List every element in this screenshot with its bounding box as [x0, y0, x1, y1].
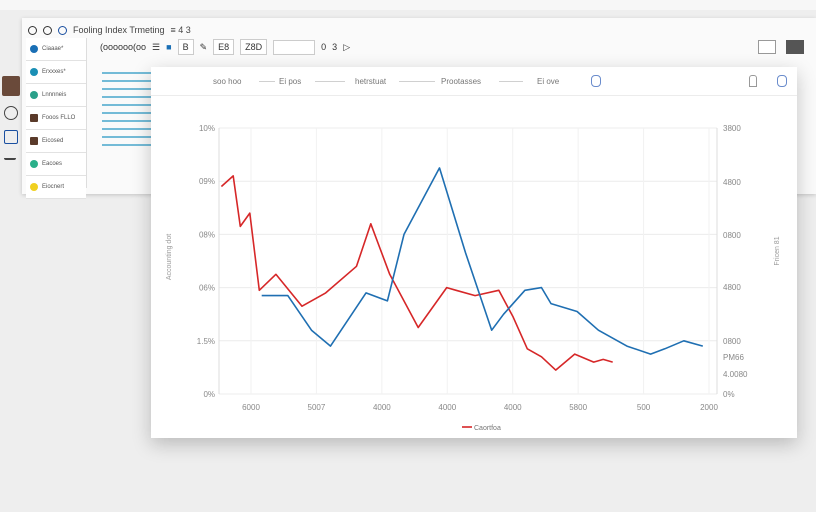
link-icon[interactable] — [4, 154, 16, 160]
line-chart: 10% 09% 08% 06% 1.5% 0% 6000 5007 4000 4000 4000 58… — [166, 124, 781, 432]
arrow-icon[interactable]: ▷ — [343, 42, 350, 53]
name-field-label[interactable]: (oooooo(oo — [100, 42, 146, 52]
y2-axis-label: Fricen 81 — [774, 236, 781, 265]
left-dock — [0, 70, 22, 170]
toolbar-button-zero[interactable]: 0 — [321, 42, 326, 52]
y-right-tick-label: 0800 — [723, 231, 741, 240]
toolbar-input[interactable] — [273, 39, 316, 55]
sidebar: Ciaaae* Erxxxes* Lnnnneis Fooos FLLO Eic… — [26, 38, 87, 199]
sidebar-item-label: Eacoes — [42, 161, 63, 167]
x-tick-label: 5800 — [569, 403, 587, 412]
sidebar-item[interactable]: Eacoes — [26, 153, 86, 176]
item-swatch-icon — [30, 91, 38, 99]
item-swatch-icon — [30, 183, 38, 191]
document-icon[interactable] — [4, 130, 18, 144]
item-swatch-icon — [30, 160, 38, 168]
pen-icon[interactable]: ✎ — [200, 42, 208, 53]
toolbar-button-three[interactable]: 3 — [332, 42, 337, 52]
item-swatch-icon — [30, 45, 38, 53]
toolbar-button-e8[interactable]: E8 — [213, 39, 235, 55]
toolbar-button-z8d[interactable]: Z8D — [240, 39, 268, 55]
y-right-tick-label: 4800 — [723, 178, 741, 187]
settings-icon[interactable] — [786, 40, 804, 54]
sidebar-item[interactable]: Eicosed — [26, 130, 86, 153]
y-left-tick-label: 1.5% — [197, 337, 215, 346]
photo-icon[interactable] — [2, 76, 20, 96]
item-swatch-icon — [30, 68, 38, 76]
sidebar-item-label: Eiocnert — [42, 184, 65, 190]
y-right-tick-label: 0% — [723, 390, 735, 399]
sidebar-item[interactable]: Erxxxes* — [26, 61, 86, 84]
x-tick-label: 4000 — [373, 403, 391, 412]
window-control-dot[interactable] — [58, 25, 67, 35]
blue-square-icon[interactable]: ■ — [166, 42, 171, 52]
sidebar-item-label: Ciaaae* — [42, 46, 64, 52]
panel-toggle-icon[interactable] — [758, 40, 776, 54]
x-tick-label: 2000 — [700, 403, 718, 412]
y-left-tick-label: 10% — [199, 124, 215, 133]
series-line-2 — [261, 167, 704, 355]
window-title: Fooling Index Trmeting — [73, 25, 165, 35]
toolbar: (oooooo(oo ☰ ■ B ✎ E8 Z8D 0 3 ▷ — [100, 38, 350, 56]
sidebar-item-label: Erxxxes* — [42, 69, 66, 75]
y-right-tick-label: 0800 — [723, 337, 741, 346]
sidebar-item[interactable]: Eiocnert — [26, 176, 86, 199]
sidebar-item[interactable]: Lnnnneis — [26, 84, 86, 107]
y-left-tick-label: 08% — [199, 230, 215, 239]
window-control-dot[interactable] — [43, 25, 52, 35]
x-tick-label: 500 — [637, 403, 651, 412]
circle-icon[interactable] — [4, 106, 18, 120]
y-right-tick-label: 4.0080 — [723, 370, 748, 379]
x-tick-label: 4000 — [438, 403, 456, 412]
y-right-tick-label: 4800 — [723, 283, 741, 292]
sidebar-item[interactable]: Ciaaae* — [26, 38, 86, 61]
item-swatch-icon — [30, 137, 38, 145]
legend-label: Caortfoa — [474, 425, 501, 432]
x-tick-label: 6000 — [242, 403, 260, 412]
sidebar-item-label: Lnnnneis — [42, 92, 67, 98]
y-left-tick-label: 09% — [199, 177, 215, 186]
chart-preview-thumbnail[interactable] — [102, 72, 152, 172]
sidebar-item-label: Eicosed — [42, 138, 64, 144]
window-title-suffix: ≡ 4 3 — [170, 25, 191, 35]
y-right-tick-label: 3800 — [723, 124, 741, 133]
chart-window: soo hoo Ei pos hetrstuat Prootasses Ei o… — [151, 67, 797, 438]
x-tick-label: 5007 — [308, 403, 326, 412]
toolbar-button-b[interactable]: B — [177, 39, 194, 55]
desktop-top-strip — [0, 0, 816, 10]
item-swatch-icon — [30, 114, 38, 122]
y-left-tick-label: 0% — [203, 390, 215, 399]
y-right-tick-label: PM66 — [723, 353, 744, 362]
right-toolbar — [758, 40, 804, 54]
sidebar-item[interactable]: Fooos FLLO — [26, 107, 86, 130]
x-tick-label: 4000 — [504, 403, 522, 412]
menu-icon[interactable]: ☰ — [152, 42, 160, 53]
sidebar-item-label: Fooos FLLO — [42, 115, 76, 121]
y-left-tick-label: 06% — [199, 284, 215, 293]
y-axis-label: Accounting dot — [166, 234, 173, 280]
window-control-dot[interactable] — [28, 25, 37, 35]
